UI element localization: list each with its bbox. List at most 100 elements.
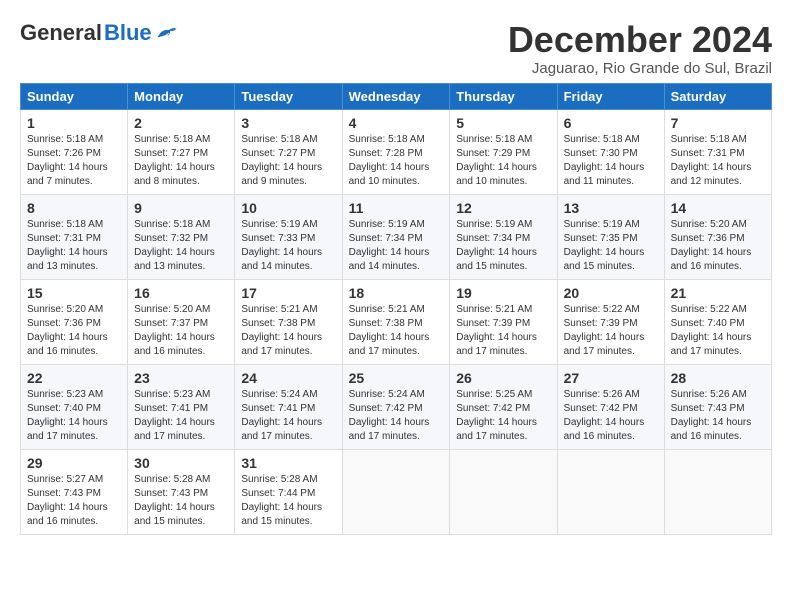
- day-content: Sunrise: 5:18 AM Sunset: 7:32 PM Dayligh…: [134, 218, 228, 274]
- calendar-cell: 2 Sunrise: 5:18 AM Sunset: 7:27 PM Dayli…: [128, 109, 235, 194]
- calendar-cell: 26 Sunrise: 5:25 AM Sunset: 7:42 PM Dayl…: [450, 364, 557, 449]
- calendar-cell: 6 Sunrise: 5:18 AM Sunset: 7:30 PM Dayli…: [557, 109, 664, 194]
- day-content: Sunrise: 5:21 AM Sunset: 7:38 PM Dayligh…: [349, 303, 444, 359]
- calendar-cell: 10 Sunrise: 5:19 AM Sunset: 7:33 PM Dayl…: [235, 194, 342, 279]
- page-header: GeneralBlue December 2024 Jaguarao, Rio …: [20, 20, 772, 77]
- calendar-cell: 8 Sunrise: 5:18 AM Sunset: 7:31 PM Dayli…: [21, 194, 128, 279]
- day-number: 9: [134, 200, 228, 216]
- day-number: 30: [134, 455, 228, 471]
- day-number: 11: [349, 200, 444, 216]
- day-number: 31: [241, 455, 335, 471]
- day-number: 24: [241, 370, 335, 386]
- day-number: 1: [27, 115, 121, 131]
- calendar-cell: [664, 449, 771, 534]
- calendar-cell: 31 Sunrise: 5:28 AM Sunset: 7:44 PM Dayl…: [235, 449, 342, 534]
- col-saturday: Saturday: [664, 83, 771, 109]
- day-content: Sunrise: 5:22 AM Sunset: 7:39 PM Dayligh…: [564, 303, 658, 359]
- calendar-cell: 16 Sunrise: 5:20 AM Sunset: 7:37 PM Dayl…: [128, 279, 235, 364]
- day-number: 8: [27, 200, 121, 216]
- day-number: 5: [456, 115, 550, 131]
- day-content: Sunrise: 5:18 AM Sunset: 7:27 PM Dayligh…: [241, 133, 335, 189]
- calendar-cell: 23 Sunrise: 5:23 AM Sunset: 7:41 PM Dayl…: [128, 364, 235, 449]
- calendar-cell: 4 Sunrise: 5:18 AM Sunset: 7:28 PM Dayli…: [342, 109, 450, 194]
- logo: GeneralBlue: [20, 20, 178, 46]
- day-content: Sunrise: 5:28 AM Sunset: 7:44 PM Dayligh…: [241, 473, 335, 529]
- calendar-cell: 19 Sunrise: 5:21 AM Sunset: 7:39 PM Dayl…: [450, 279, 557, 364]
- day-content: Sunrise: 5:20 AM Sunset: 7:36 PM Dayligh…: [671, 218, 765, 274]
- day-content: Sunrise: 5:24 AM Sunset: 7:42 PM Dayligh…: [349, 388, 444, 444]
- day-number: 19: [456, 285, 550, 301]
- calendar-cell: 3 Sunrise: 5:18 AM Sunset: 7:27 PM Dayli…: [235, 109, 342, 194]
- calendar-cell: 12 Sunrise: 5:19 AM Sunset: 7:34 PM Dayl…: [450, 194, 557, 279]
- col-sunday: Sunday: [21, 83, 128, 109]
- day-number: 16: [134, 285, 228, 301]
- day-content: Sunrise: 5:20 AM Sunset: 7:37 PM Dayligh…: [134, 303, 228, 359]
- week-row-4: 22 Sunrise: 5:23 AM Sunset: 7:40 PM Dayl…: [21, 364, 772, 449]
- title-block: December 2024 Jaguarao, Rio Grande do Su…: [508, 20, 772, 77]
- calendar-cell: 5 Sunrise: 5:18 AM Sunset: 7:29 PM Dayli…: [450, 109, 557, 194]
- day-content: Sunrise: 5:21 AM Sunset: 7:39 PM Dayligh…: [456, 303, 550, 359]
- day-number: 25: [349, 370, 444, 386]
- calendar-cell: [557, 449, 664, 534]
- calendar-cell: 1 Sunrise: 5:18 AM Sunset: 7:26 PM Dayli…: [21, 109, 128, 194]
- logo-general: General: [20, 20, 102, 46]
- day-number: 17: [241, 285, 335, 301]
- days-header-row: Sunday Monday Tuesday Wednesday Thursday…: [21, 83, 772, 109]
- day-number: 27: [564, 370, 658, 386]
- day-content: Sunrise: 5:18 AM Sunset: 7:28 PM Dayligh…: [349, 133, 444, 189]
- day-number: 14: [671, 200, 765, 216]
- day-content: Sunrise: 5:19 AM Sunset: 7:34 PM Dayligh…: [349, 218, 444, 274]
- day-content: Sunrise: 5:22 AM Sunset: 7:40 PM Dayligh…: [671, 303, 765, 359]
- col-wednesday: Wednesday: [342, 83, 450, 109]
- week-row-2: 8 Sunrise: 5:18 AM Sunset: 7:31 PM Dayli…: [21, 194, 772, 279]
- logo-blue: Blue: [104, 20, 152, 46]
- week-row-1: 1 Sunrise: 5:18 AM Sunset: 7:26 PM Dayli…: [21, 109, 772, 194]
- day-content: Sunrise: 5:21 AM Sunset: 7:38 PM Dayligh…: [241, 303, 335, 359]
- day-content: Sunrise: 5:19 AM Sunset: 7:34 PM Dayligh…: [456, 218, 550, 274]
- calendar-cell: 11 Sunrise: 5:19 AM Sunset: 7:34 PM Dayl…: [342, 194, 450, 279]
- day-number: 2: [134, 115, 228, 131]
- day-number: 29: [27, 455, 121, 471]
- day-number: 23: [134, 370, 228, 386]
- calendar-cell: 25 Sunrise: 5:24 AM Sunset: 7:42 PM Dayl…: [342, 364, 450, 449]
- calendar-cell: 18 Sunrise: 5:21 AM Sunset: 7:38 PM Dayl…: [342, 279, 450, 364]
- calendar-cell: 29 Sunrise: 5:27 AM Sunset: 7:43 PM Dayl…: [21, 449, 128, 534]
- calendar-cell: 21 Sunrise: 5:22 AM Sunset: 7:40 PM Dayl…: [664, 279, 771, 364]
- col-monday: Monday: [128, 83, 235, 109]
- day-content: Sunrise: 5:25 AM Sunset: 7:42 PM Dayligh…: [456, 388, 550, 444]
- day-content: Sunrise: 5:20 AM Sunset: 7:36 PM Dayligh…: [27, 303, 121, 359]
- logo-text: GeneralBlue: [20, 20, 178, 46]
- calendar-cell: 27 Sunrise: 5:26 AM Sunset: 7:42 PM Dayl…: [557, 364, 664, 449]
- week-row-3: 15 Sunrise: 5:20 AM Sunset: 7:36 PM Dayl…: [21, 279, 772, 364]
- day-content: Sunrise: 5:18 AM Sunset: 7:26 PM Dayligh…: [27, 133, 121, 189]
- day-number: 28: [671, 370, 765, 386]
- calendar-cell: 28 Sunrise: 5:26 AM Sunset: 7:43 PM Dayl…: [664, 364, 771, 449]
- calendar-cell: 22 Sunrise: 5:23 AM Sunset: 7:40 PM Dayl…: [21, 364, 128, 449]
- day-content: Sunrise: 5:19 AM Sunset: 7:35 PM Dayligh…: [564, 218, 658, 274]
- day-number: 7: [671, 115, 765, 131]
- day-content: Sunrise: 5:26 AM Sunset: 7:43 PM Dayligh…: [671, 388, 765, 444]
- day-number: 15: [27, 285, 121, 301]
- day-number: 10: [241, 200, 335, 216]
- week-row-5: 29 Sunrise: 5:27 AM Sunset: 7:43 PM Dayl…: [21, 449, 772, 534]
- day-content: Sunrise: 5:18 AM Sunset: 7:30 PM Dayligh…: [564, 133, 658, 189]
- calendar-cell: 24 Sunrise: 5:24 AM Sunset: 7:41 PM Dayl…: [235, 364, 342, 449]
- day-number: 13: [564, 200, 658, 216]
- day-content: Sunrise: 5:24 AM Sunset: 7:41 PM Dayligh…: [241, 388, 335, 444]
- col-thursday: Thursday: [450, 83, 557, 109]
- day-number: 26: [456, 370, 550, 386]
- day-number: 12: [456, 200, 550, 216]
- calendar-cell: 7 Sunrise: 5:18 AM Sunset: 7:31 PM Dayli…: [664, 109, 771, 194]
- day-number: 4: [349, 115, 444, 131]
- day-number: 20: [564, 285, 658, 301]
- day-content: Sunrise: 5:23 AM Sunset: 7:40 PM Dayligh…: [27, 388, 121, 444]
- calendar-cell: 9 Sunrise: 5:18 AM Sunset: 7:32 PM Dayli…: [128, 194, 235, 279]
- location: Jaguarao, Rio Grande do Sul, Brazil: [508, 60, 772, 77]
- calendar-cell: [450, 449, 557, 534]
- calendar-cell: 17 Sunrise: 5:21 AM Sunset: 7:38 PM Dayl…: [235, 279, 342, 364]
- day-number: 18: [349, 285, 444, 301]
- calendar-cell: 14 Sunrise: 5:20 AM Sunset: 7:36 PM Dayl…: [664, 194, 771, 279]
- bird-icon: [156, 24, 178, 42]
- calendar-cell: 30 Sunrise: 5:28 AM Sunset: 7:43 PM Dayl…: [128, 449, 235, 534]
- day-content: Sunrise: 5:18 AM Sunset: 7:29 PM Dayligh…: [456, 133, 550, 189]
